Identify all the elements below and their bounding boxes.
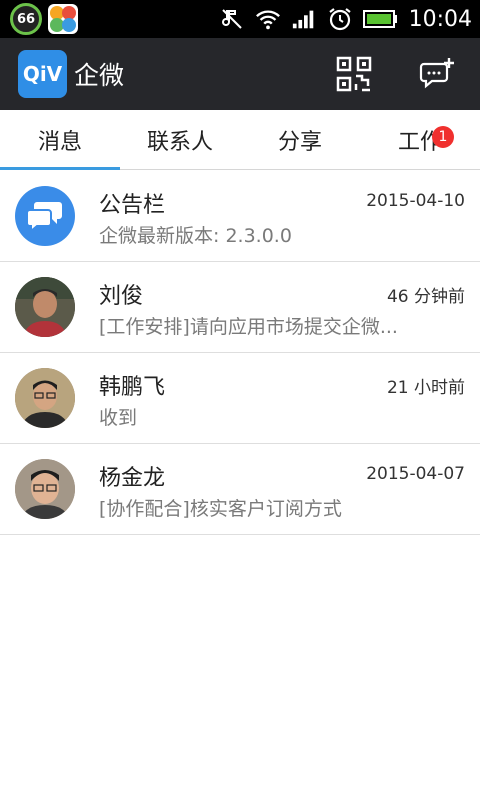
list-item[interactable]: 杨金龙 2015-04-07 [协作配合]核实客户订阅方式 [0, 444, 480, 535]
app-bar: QiV 企微 [0, 38, 480, 110]
message-time: 2015-04-07 [366, 464, 465, 484]
new-chat-button[interactable] [418, 54, 458, 94]
no-music-icon [219, 6, 245, 32]
tab-label: 分享 [277, 130, 322, 155]
tab-contacts[interactable]: 联系人 [120, 110, 240, 170]
user-avatar [15, 368, 75, 428]
message-time: 21 小时前 [386, 378, 465, 398]
alarm-icon [327, 6, 353, 32]
battery-icon [362, 6, 399, 32]
chat-add-icon [419, 58, 454, 89]
user-avatar [15, 277, 75, 337]
message-preview: 收到 [99, 407, 138, 429]
tab-label: 联系人 [146, 130, 213, 155]
status-left-icons: 66 [10, 3, 78, 35]
wifi-icon [255, 6, 281, 32]
app-store-icon [48, 4, 78, 34]
tab-messages[interactable]: 消息 [0, 110, 120, 170]
signal-icon [291, 6, 317, 32]
qr-code-icon [336, 56, 372, 92]
clock-time: 10:04 [408, 6, 472, 32]
contact-name: 公告栏 [99, 193, 166, 218]
message-time: 46 分钟前 [386, 287, 465, 307]
tab-work[interactable]: 工作 1 [360, 110, 480, 170]
unread-badge: 1 [432, 126, 454, 148]
app-title: 企微 [74, 61, 125, 90]
app-logo: QiV [18, 50, 67, 98]
announcement-icon [15, 186, 75, 246]
status-bar: 66 10:04 [0, 0, 480, 38]
contact-name: 杨金龙 [99, 466, 166, 491]
message-preview: 企微最新版本: 2.3.0.0 [99, 225, 292, 247]
contact-name: 韩鹏飞 [99, 375, 166, 400]
message-time: 2015-04-10 [366, 191, 465, 211]
contact-name: 刘俊 [99, 284, 144, 309]
list-item[interactable]: 刘俊 46 分钟前 [工作安排]请向应用市场提交企微... [0, 262, 480, 353]
tab-bar: 消息 联系人 分享 工作 1 [0, 110, 480, 170]
qr-code-button[interactable] [334, 54, 374, 94]
battery-percent-indicator: 66 [10, 3, 42, 35]
message-preview: [工作安排]请向应用市场提交企微... [99, 316, 398, 338]
message-list: 公告栏 2015-04-10 企微最新版本: 2.3.0.0 刘俊 46 分钟前… [0, 171, 480, 535]
tab-label: 消息 [37, 130, 82, 155]
tab-share[interactable]: 分享 [240, 110, 360, 170]
list-item[interactable]: 公告栏 2015-04-10 企微最新版本: 2.3.0.0 [0, 171, 480, 262]
list-item[interactable]: 韩鹏飞 21 小时前 收到 [0, 353, 480, 444]
message-preview: [协作配合]核实客户订阅方式 [99, 498, 342, 520]
active-tab-indicator [0, 167, 120, 170]
user-avatar [15, 459, 75, 519]
status-right-icons: 10:04 [219, 0, 472, 38]
